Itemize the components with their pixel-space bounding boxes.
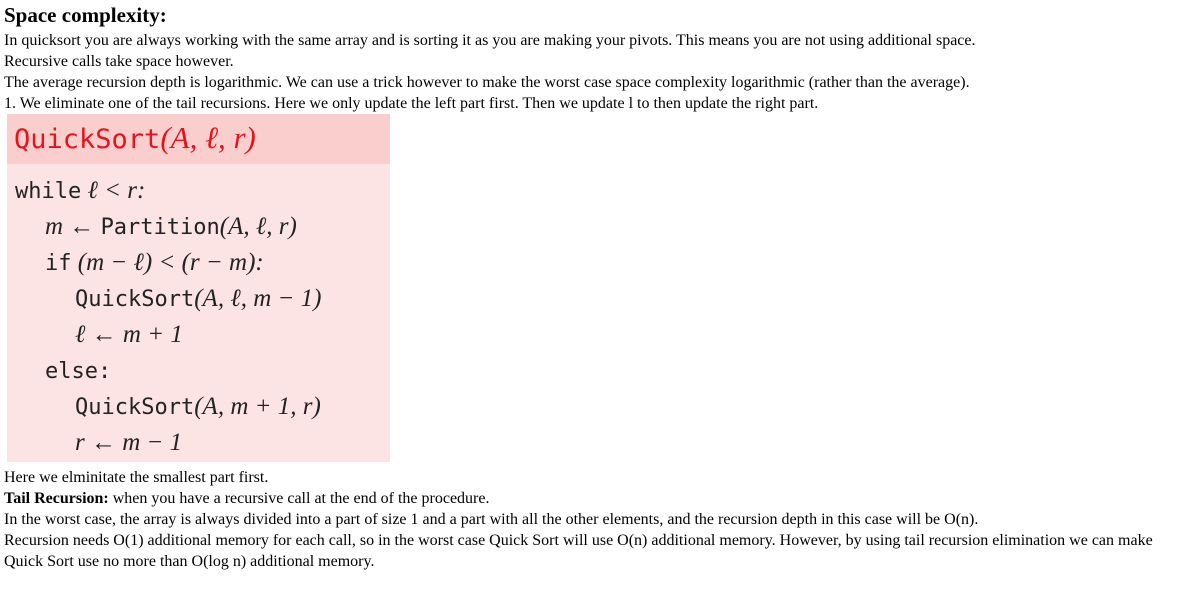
explanation-line-3: In the worst case, the array is always d… xyxy=(4,511,979,528)
right-call-args: (A, m + 1, r) xyxy=(194,393,321,420)
r-update: r ← m − 1 xyxy=(75,429,183,456)
intro-line-1: In quicksort you are always working with… xyxy=(4,32,976,49)
document: Space complexity: In quicksort you are a… xyxy=(4,0,1179,114)
if-condition: (m − ℓ) < (r − m): xyxy=(77,249,264,276)
code-l-update-line: ℓ ← m + 1 xyxy=(75,320,183,350)
intro-line-4: 1. We eliminate one of the tail recursio… xyxy=(4,95,819,112)
tail-recursion-definition: Tail Recursion: when you have a recursiv… xyxy=(4,488,1179,509)
keyword-while: while xyxy=(15,179,82,204)
algorithm-params: (A, ℓ, r) xyxy=(160,120,256,155)
algorithm-name: QuickSort xyxy=(14,124,161,155)
code-r-update-line: r ← m − 1 xyxy=(75,428,182,458)
explanation-line-1: Here we elminitate the smallest part fir… xyxy=(4,469,269,486)
section-heading: Space complexity: xyxy=(4,3,167,27)
explanation-section: Here we elminitate the smallest part fir… xyxy=(4,467,1179,572)
intro-line-2: Recursive calls take space however. xyxy=(4,53,234,70)
tail-recursion-text: when you have a recursive call at the en… xyxy=(108,490,490,507)
explanation-line-4: Recursion needs O(1) additional memory f… xyxy=(4,532,1153,570)
algorithm-header: QuickSort(A, ℓ, r) xyxy=(7,114,390,164)
l-update: ℓ ← m + 1 xyxy=(75,321,183,348)
while-condition: ℓ < r: xyxy=(87,177,146,204)
intro-line-3: The average recursion depth is logarithm… xyxy=(4,74,970,91)
partition-call: Partition xyxy=(100,215,220,240)
code-if-line: if (m − ℓ) < (r − m): xyxy=(45,248,264,279)
code-partition-line: m ← Partition(A, ℓ, r) xyxy=(45,212,297,243)
code-else-line: else: xyxy=(45,356,111,387)
left-call: QuickSort xyxy=(75,287,195,312)
partition-args: (A, ℓ, r) xyxy=(219,213,297,240)
m-assign: m ← xyxy=(45,213,95,240)
tail-recursion-label: Tail Recursion: xyxy=(4,490,109,507)
code-right-call-line: QuickSort(A, m + 1, r) xyxy=(75,392,321,423)
left-call-args: (A, ℓ, m − 1) xyxy=(194,285,322,312)
algorithm-title: QuickSort(A, ℓ, r) xyxy=(14,120,256,158)
keyword-if: if xyxy=(45,251,72,276)
code-left-call-line: QuickSort(A, ℓ, m − 1) xyxy=(75,284,321,315)
keyword-else: else: xyxy=(45,359,112,384)
algorithm-box: QuickSort(A, ℓ, r) while ℓ < r: m ← Part… xyxy=(7,114,390,462)
code-while-line: while ℓ < r: xyxy=(15,176,145,207)
right-call: QuickSort xyxy=(75,395,195,420)
